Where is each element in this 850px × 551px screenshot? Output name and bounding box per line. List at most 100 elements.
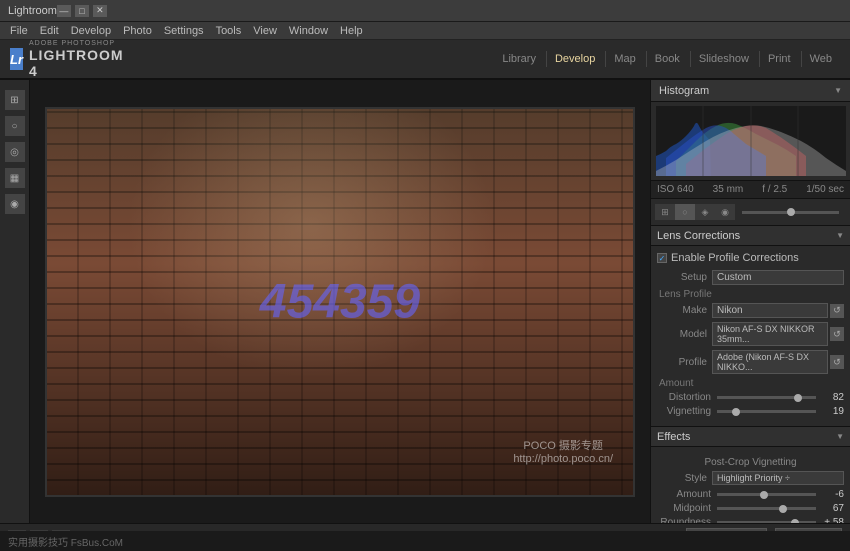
histogram-header[interactable]: Histogram ▼ — [651, 80, 850, 102]
lens-profile-label: Lens Profile — [657, 289, 844, 300]
vignetting-thumb — [732, 408, 740, 416]
roundness-slider[interactable] — [717, 521, 816, 523]
module-slideshow[interactable]: Slideshow — [690, 51, 757, 67]
menu-settings[interactable]: Settings — [158, 22, 210, 39]
camera-focal: 35 mm — [713, 184, 744, 195]
menu-file[interactable]: File — [4, 22, 34, 39]
profile-value[interactable]: Adobe (Nikon AF-S DX NIKKO... — [712, 350, 828, 374]
midpoint-thumb — [779, 505, 787, 513]
enable-profile-row: ✓ Enable Profile Corrections — [657, 252, 844, 264]
effects-arrow: ▼ — [836, 432, 844, 441]
histogram-canvas — [656, 106, 846, 176]
post-crop-label: Post-Crop Vignetting — [657, 457, 844, 468]
lens-corrections-header[interactable]: Lens Corrections ▼ — [651, 226, 850, 246]
menu-develop[interactable]: Develop — [65, 22, 117, 39]
module-book[interactable]: Book — [646, 51, 688, 67]
title-bar: Lightroom — □ ✕ — [0, 0, 850, 22]
maximize-button[interactable]: □ — [75, 5, 89, 17]
camera-aperture: f / 2.5 — [762, 184, 787, 195]
redeye-tool[interactable]: ◎ — [5, 142, 25, 162]
amount-sublabel: Amount — [657, 378, 844, 389]
develop-tool-tonecurve[interactable]: ○ — [675, 204, 695, 220]
app-logo: Lr ADOBE PHOTOSHOP LIGHTROOM 4 — [0, 40, 120, 79]
lens-corrections-panel: Lens Corrections ▼ ✓ Enable Profile Corr… — [651, 226, 850, 427]
distortion-thumb — [794, 394, 802, 402]
histogram-title: Histogram — [659, 85, 709, 97]
menu-window[interactable]: Window — [283, 22, 334, 39]
photo-watermark: POCO 摄影专题 http://photo.poco.cn/ — [513, 437, 613, 465]
close-button[interactable]: ✕ — [93, 5, 107, 17]
watermark-line2: http://photo.poco.cn/ — [513, 453, 613, 465]
profile-reset-btn[interactable]: ↺ — [830, 355, 844, 369]
lens-corrections-title: Lens Corrections — [657, 230, 836, 242]
crop-tool[interactable]: ⊞ — [5, 90, 25, 110]
roundness-value: + 58 — [816, 517, 844, 523]
grad-filter[interactable]: ▦ — [5, 168, 25, 188]
module-map[interactable]: Map — [605, 51, 643, 67]
menu-edit[interactable]: Edit — [34, 22, 65, 39]
histogram-svg — [656, 106, 846, 176]
effects-amount-label: Amount — [657, 489, 717, 500]
lens-corrections-arrow: ▼ — [836, 231, 844, 240]
menu-bar: File Edit Develop Photo Settings Tools V… — [0, 22, 850, 40]
roundness-thumb — [791, 519, 799, 524]
module-develop[interactable]: Develop — [546, 51, 603, 67]
effects-amount-slider[interactable] — [717, 493, 816, 496]
model-reset-btn[interactable]: ↺ — [830, 327, 844, 341]
menu-view[interactable]: View — [247, 22, 283, 39]
bottom-watermark-bar: 实用摄影技巧 FsBus.CoM — [0, 531, 850, 551]
distortion-slider[interactable] — [717, 396, 816, 399]
photo-number-watermark: 454359 — [260, 274, 420, 329]
adobe-text: ADOBE PHOTOSHOP — [29, 40, 124, 47]
lens-corrections-content: ✓ Enable Profile Corrections Setup Custo… — [651, 246, 850, 426]
develop-tool-colorgrading[interactable]: ◉ — [715, 204, 735, 220]
model-value[interactable]: Nikon AF-S DX NIKKOR 35mm... — [712, 322, 828, 346]
effects-amount-thumb — [760, 491, 768, 499]
module-library[interactable]: Library — [494, 51, 544, 67]
main-layout: ⊞ ○ ◎ ▦ ◉ 454359 POCO 摄影专题 http://photo.… — [0, 80, 850, 523]
effects-amount-row: Amount -6 — [657, 489, 844, 500]
module-nav: Library Develop Map Book Slideshow Print… — [494, 51, 850, 67]
histogram-arrow: ▼ — [834, 86, 842, 95]
lr-badge: Lr — [10, 48, 23, 70]
center-area: 454359 POCO 摄影专题 http://photo.poco.cn/ — [30, 80, 650, 523]
roundness-label: Roundness — [657, 517, 717, 523]
left-panel: ⊞ ○ ◎ ▦ ◉ — [0, 80, 30, 523]
make-reset-btn[interactable]: ↺ — [830, 304, 844, 318]
photo-area: 454359 POCO 摄影专题 http://photo.poco.cn/ — [47, 109, 633, 495]
title-bar-text: Lightroom — [8, 5, 57, 17]
develop-tool-hsl[interactable]: ◈ — [695, 204, 715, 220]
menu-tools[interactable]: Tools — [210, 22, 248, 39]
tool-icons-row: ⊞ ○ ◈ ◉ — [651, 199, 850, 226]
enable-profile-checkbox[interactable]: ✓ — [657, 253, 667, 263]
midpoint-label: Midpoint — [657, 503, 717, 514]
setup-value[interactable]: Custom — [712, 270, 844, 285]
module-print[interactable]: Print — [759, 51, 799, 67]
midpoint-value: 67 — [816, 503, 844, 514]
photo-container: 454359 POCO 摄影专题 http://photo.poco.cn/ — [45, 107, 635, 497]
make-label: Make — [657, 305, 712, 316]
vignetting-slider[interactable] — [717, 410, 816, 413]
right-panel: Histogram ▼ — [650, 80, 850, 523]
style-value[interactable]: Highlight Priority ÷ — [712, 471, 844, 485]
model-label: Model — [657, 329, 712, 340]
menu-help[interactable]: Help — [334, 22, 369, 39]
minimize-button[interactable]: — — [57, 5, 71, 17]
tool-slider[interactable] — [742, 211, 839, 214]
develop-tool-basic[interactable]: ⊞ — [655, 204, 675, 220]
midpoint-slider[interactable] — [717, 507, 816, 510]
style-row: Style Highlight Priority ÷ — [657, 471, 844, 485]
radial-filter[interactable]: ◉ — [5, 194, 25, 214]
roundness-row: Roundness + 58 — [657, 517, 844, 523]
watermark-line1: POCO 摄影专题 — [513, 437, 613, 453]
distortion-row: Distortion 82 — [657, 392, 844, 403]
module-web[interactable]: Web — [801, 51, 840, 67]
camera-iso: ISO 640 — [657, 184, 694, 195]
make-value[interactable]: Nikon — [712, 303, 828, 318]
menu-photo[interactable]: Photo — [117, 22, 158, 39]
effects-header[interactable]: Effects ▼ — [651, 427, 850, 447]
spot-tool[interactable]: ○ — [5, 116, 25, 136]
profile-label: Profile — [657, 357, 712, 368]
make-row: Make Nikon ↺ — [657, 303, 844, 318]
effects-panel: Effects ▼ Post-Crop Vignetting Style Hig… — [651, 427, 850, 523]
